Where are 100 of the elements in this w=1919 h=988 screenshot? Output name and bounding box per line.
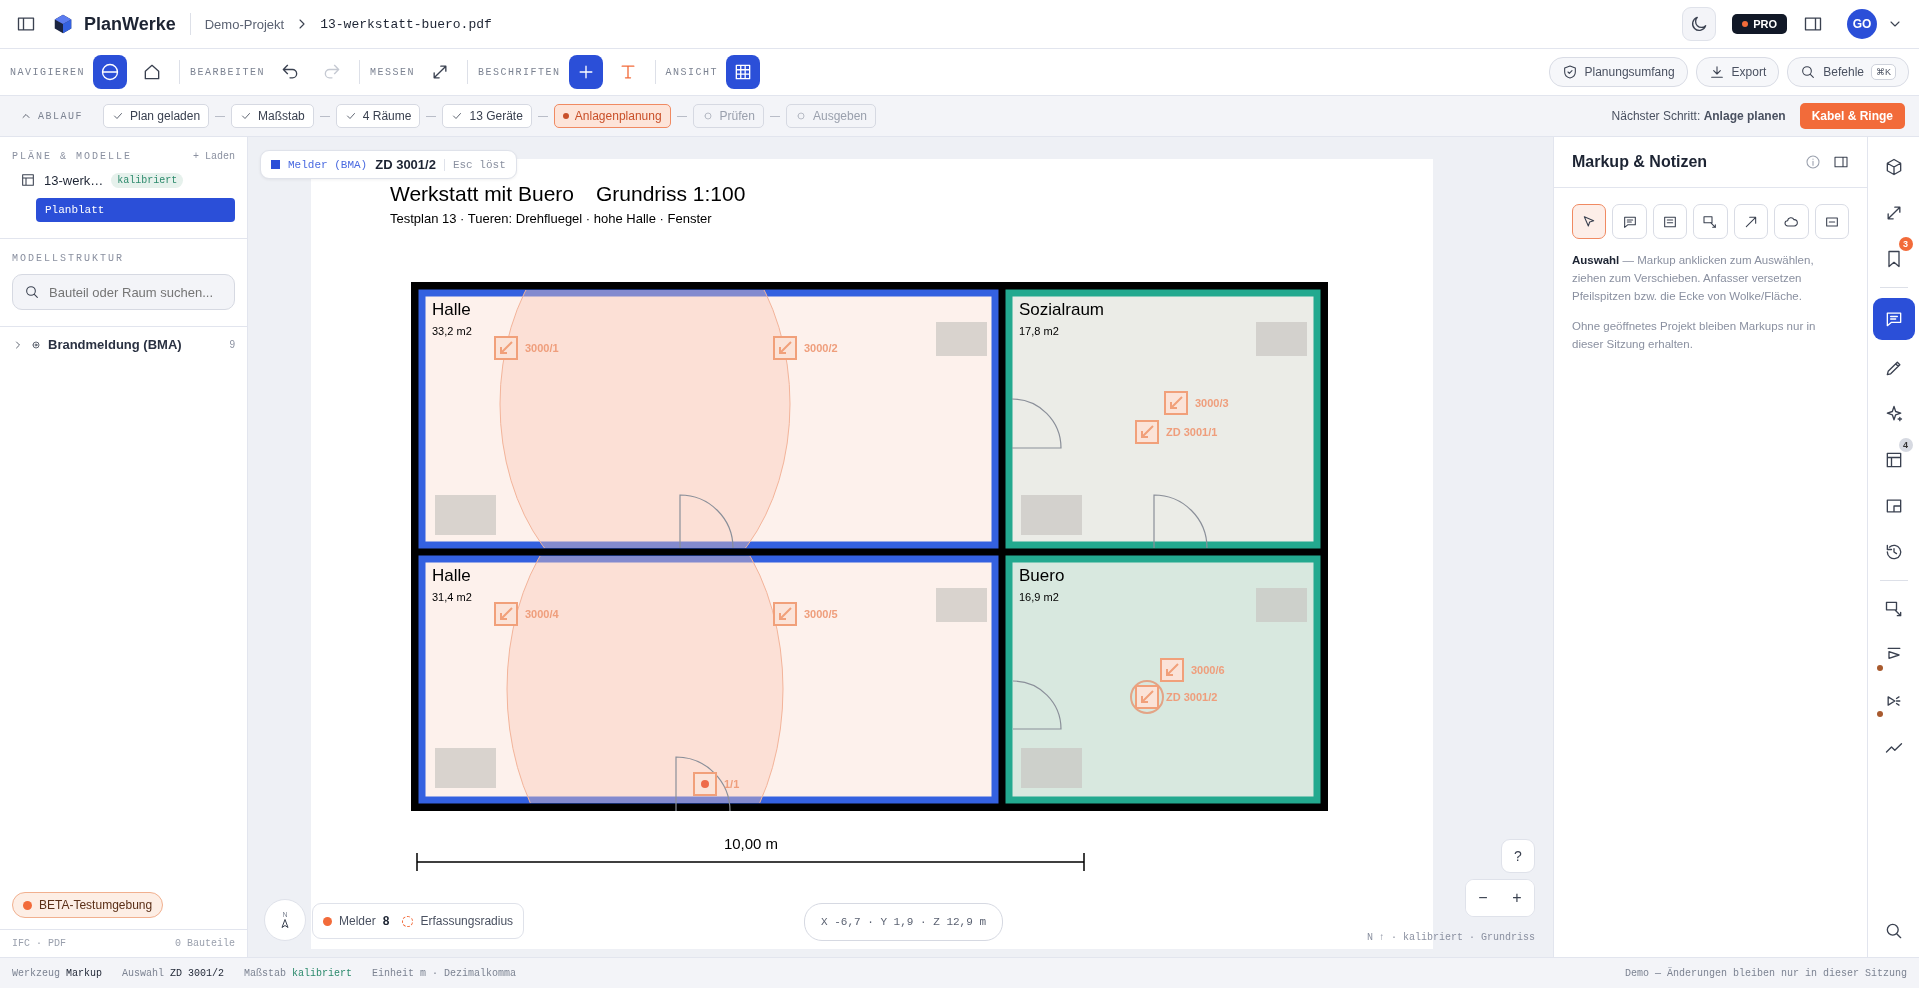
door-swing [679, 494, 734, 549]
help-button[interactable]: ? [1501, 839, 1535, 873]
toolbar-group-label: NAVIGIEREN [10, 66, 85, 78]
box-arrow-markup-tool[interactable] [1693, 204, 1728, 239]
sheet-item[interactable]: Planblatt [36, 198, 235, 222]
plan-name[interactable]: 13-werk… [44, 172, 104, 188]
search-icon [24, 284, 40, 300]
download-icon [1708, 64, 1725, 80]
workflow-step[interactable]: Anlagenplanung [553, 104, 671, 128]
pro-badge: PRO [1732, 14, 1787, 34]
search-field[interactable]: Bauteil oder Raum suchen... [12, 274, 235, 310]
room-area[interactable] [418, 555, 999, 804]
table-icon [20, 172, 36, 188]
furniture-block [1021, 495, 1082, 535]
device-label: 3000/3 [1195, 397, 1229, 409]
device-label: ZD 3001/2 [1166, 691, 1218, 703]
section-heading: PLÄNE & MODELLE [12, 151, 132, 162]
door-swing [1011, 398, 1062, 449]
north-arrow-icon [279, 917, 291, 930]
breadcrumb-item[interactable]: Demo-Projekt [204, 16, 285, 32]
plus-tool-button[interactable] [568, 55, 603, 89]
status-badge: kalibriert [111, 172, 184, 188]
comment-rail-button[interactable] [1872, 298, 1915, 340]
workflow-step[interactable]: 13 Geräte [442, 104, 532, 128]
device-label: 3000/2 [804, 342, 838, 354]
furniture-block [435, 495, 496, 535]
dashed-box-markup-tool[interactable] [1814, 204, 1849, 239]
plan-title: Grundriss 1:100 [596, 182, 746, 205]
room-name: Halle [432, 300, 471, 319]
room-area-text: 33,2 m2 [432, 325, 472, 337]
furniture-block [1256, 588, 1307, 622]
count-badge: 4 [1898, 438, 1913, 452]
status-label: Auswahl [122, 967, 165, 979]
target-icon [30, 338, 42, 351]
breadcrumb-item[interactable]: 13-werkstatt-buero.pdf [320, 16, 492, 32]
active-dot-icon [562, 113, 569, 119]
file-types-text: IFC · PDF [12, 938, 66, 949]
coordinates-readout: X -6,7 · Y 1,9 · Z 12,9 m [804, 903, 1004, 941]
toolbar-action-button[interactable]: Befehle ⌘K [1787, 57, 1909, 87]
toolbar-action-button[interactable]: Export [1695, 57, 1780, 87]
tool-description: Auswahl — Markup anklicken zum Auswählen, ziehen zum Verschieben. Anfasser versetzen Pfeilspitzen bzw. die Ecke von Wolke/Fläche. [1572, 253, 1815, 304]
status-value: Markup [66, 967, 103, 979]
box-arrow-icon [1702, 213, 1719, 230]
cloud-markup-tool[interactable] [1774, 204, 1809, 239]
room-name: Sozialraum [1019, 300, 1105, 319]
check-icon [240, 110, 253, 122]
dot-icon [323, 916, 332, 926]
shortcut-badge: ⌘K [1871, 64, 1896, 80]
square-icon [271, 160, 280, 169]
furniture-block [435, 748, 496, 788]
scale-label: 10,00 m [723, 835, 779, 852]
device-label: 3000/4 [525, 608, 559, 620]
component-count: 0 Bauteile [175, 938, 235, 949]
toolbar-action-button[interactable]: Planungsumfang [1548, 57, 1688, 87]
room-name: Buero [1019, 566, 1065, 585]
workflow-step[interactable]: Maßstab [231, 104, 314, 128]
door-swing [1012, 680, 1062, 730]
note-markup-tool[interactable] [1652, 204, 1688, 239]
call-point-icon[interactable] [693, 772, 717, 796]
device-label: 3000/5 [804, 608, 838, 620]
count-badge: 3 [1898, 237, 1913, 251]
workflow-step[interactable]: Plan geladen [103, 104, 210, 128]
circle-minus-tool-button[interactable] [93, 55, 127, 89]
legend-count: 8 [382, 914, 390, 928]
toolbar-group-label: MESSEN [370, 66, 416, 78]
dark-mode-button[interactable] [1682, 7, 1717, 41]
view-info-text: N ↑ · kalibriert · Grundriss [1366, 932, 1535, 943]
toolbar-group-label: BESCHRIFTEN [478, 66, 561, 78]
door-swing [1153, 494, 1208, 549]
circle-minus-icon [100, 62, 120, 82]
session-note: Ohne geöffnetes Projekt bleiben Markups nur in dieser Sitzung erhalten. [1572, 319, 1817, 352]
tree-item[interactable]: Brandmeldung (BMA) [48, 337, 224, 352]
status-value: ZD 3001/2 [170, 967, 225, 979]
plan-subtitle: Testplan 13 · Tueren: Drehfluegel · hohe Halle · Fenster [390, 211, 712, 226]
device-label: ZD 3001/1 [1166, 426, 1218, 438]
selection-hint: Esc löst [443, 158, 506, 171]
toolbar-group-label: BEARBEITEN [190, 66, 266, 78]
selection-id: ZD 3001/2 [375, 157, 436, 172]
panel-title: Markup & Notizen [1572, 153, 1709, 171]
room-area-text: 31,4 m2 [432, 591, 472, 603]
cursor-markup-tool[interactable] [1572, 204, 1607, 239]
grid-tool-button[interactable] [726, 55, 761, 89]
item-count: 9 [229, 339, 235, 350]
check-icon [344, 110, 357, 122]
user-avatar[interactable]: GO [1847, 9, 1877, 39]
room-area-text: 17,8 m2 [1019, 325, 1059, 337]
app-name: PlanWerke [84, 13, 176, 35]
legend-label: Erfassungsradius [420, 914, 514, 928]
cube-logo-icon [52, 13, 74, 35]
legend-label: Melder [339, 914, 376, 928]
workflow-toggle[interactable]: ABLAUF [14, 109, 89, 123]
panel-icon[interactable] [1833, 154, 1849, 170]
comment-markup-tool[interactable] [1612, 204, 1647, 239]
section-heading: MODELLSTRUKTUR [12, 253, 125, 264]
selection-category: Melder (BMA) [288, 158, 368, 171]
furniture-block [1256, 322, 1307, 356]
room-area-text: 16,9 m2 [1019, 591, 1059, 603]
check-icon [451, 110, 464, 122]
workflow-step[interactable]: 4 Räume [335, 104, 421, 128]
search-icon [1800, 64, 1817, 80]
